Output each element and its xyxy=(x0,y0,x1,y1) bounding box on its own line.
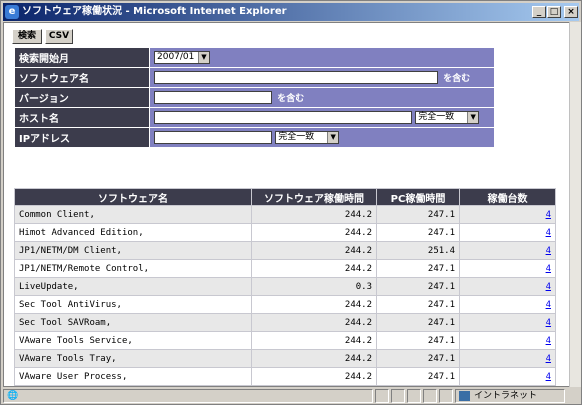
form-row-ip-address: IPアドレス 完全一致 ▼ xyxy=(14,127,495,148)
col-count: 稼働台数 xyxy=(459,188,556,206)
cell-software-name: VAware Tools Tray, xyxy=(14,349,252,368)
cell-software-hours: 244.2 xyxy=(251,367,377,386)
table-row: Sec Tool AntiVirus, 244.2 247.1 4 xyxy=(14,295,556,314)
chevron-down-icon: ▼ xyxy=(327,132,339,143)
software-name-input[interactable] xyxy=(154,71,438,84)
cell-software-name: VAware Tools Service, xyxy=(14,331,252,350)
cell-pc-hours: 247.1 xyxy=(376,367,460,386)
form-row-software-name: ソフトウェア名 を含む xyxy=(14,67,495,88)
form-row-host-name: ホスト名 完全一致 ▼ xyxy=(14,107,495,128)
chevron-down-icon: ▼ xyxy=(198,52,209,63)
table-row: Himot Advanced Edition, 244.2 247.1 4 xyxy=(14,223,556,242)
count-link[interactable]: 4 xyxy=(546,318,551,328)
cell-software-hours: 244.2 xyxy=(251,295,377,314)
count-link[interactable]: 4 xyxy=(546,246,551,256)
contains-label: を含む xyxy=(443,74,471,84)
cell-pc-hours: 247.1 xyxy=(376,295,460,314)
security-zone: イントラネット xyxy=(455,389,565,403)
cell-software-name: Common Client, xyxy=(14,205,252,224)
cell-software-name: VAware User Process, xyxy=(14,367,252,386)
cell-pc-hours: 247.1 xyxy=(376,349,460,368)
ip-match-select[interactable]: 完全一致 ▼ xyxy=(275,131,340,144)
cell-software-hours: 244.2 xyxy=(251,259,377,278)
ip-address-label: IPアドレス xyxy=(14,127,150,148)
version-label: バージョン xyxy=(14,87,150,108)
cell-software-hours: 244.2 xyxy=(251,241,377,260)
col-software-name: ソフトウェア名 xyxy=(14,188,252,206)
cell-pc-hours: 247.1 xyxy=(376,223,460,242)
count-link[interactable]: 4 xyxy=(546,282,551,292)
page-icon: 🌐 xyxy=(7,391,19,401)
start-month-select[interactable]: 2007/01 ▼ xyxy=(154,51,210,64)
count-link[interactable]: 4 xyxy=(546,210,551,220)
cell-software-name: JP1/NETM/Remote Control, xyxy=(14,259,252,278)
table-row: VAware User Process, 244.2 247.1 4 xyxy=(14,367,556,386)
cell-software-hours: 244.2 xyxy=(251,331,377,350)
results-body: Common Client, 244.2 247.1 4 Himot Advanced … xyxy=(14,205,556,386)
col-software-hours: ソフトウェア稼働時間 xyxy=(251,188,377,206)
cell-pc-hours: 247.1 xyxy=(376,331,460,350)
cell-software-hours: 244.2 xyxy=(251,349,377,368)
table-row: VAware Tools Service, 244.2 247.1 4 xyxy=(14,331,556,350)
host-match-select[interactable]: 完全一致 ▼ xyxy=(415,111,480,124)
cell-software-hours: 244.2 xyxy=(251,205,377,224)
table-header-row: ソフトウェア名 ソフトウェア稼働時間 PC稼働時間 稼働台数 xyxy=(14,188,556,206)
cell-pc-hours: 247.1 xyxy=(376,259,460,278)
title-bar[interactable]: e ソフトウェア稼働状況 - Microsoft Internet Explor… xyxy=(3,3,579,21)
software-name-label: ソフトウェア名 xyxy=(14,67,150,88)
host-name-label: ホスト名 xyxy=(14,107,150,128)
results-table: ソフトウェア名 ソフトウェア稼働時間 PC稼働時間 稼働台数 Common Cl… xyxy=(14,188,556,386)
table-row: JP1/NETM/Remote Control, 244.2 247.1 4 xyxy=(14,259,556,278)
count-link[interactable]: 4 xyxy=(546,336,551,346)
cell-software-name: Sec Tool SAVRoam, xyxy=(14,313,252,332)
table-row: Sec Tool SAVRoam, 244.2 247.1 4 xyxy=(14,313,556,332)
cell-software-hours: 244.2 xyxy=(251,313,377,332)
contains-label: を含む xyxy=(277,94,305,104)
count-link[interactable]: 4 xyxy=(546,300,551,310)
count-link[interactable]: 4 xyxy=(546,264,551,274)
col-pc-hours: PC稼働時間 xyxy=(376,188,460,206)
start-month-label: 検索開始月 xyxy=(14,47,150,68)
form-row-version: バージョン を含む xyxy=(14,87,495,108)
vertical-scrollbar[interactable] xyxy=(569,22,581,387)
cell-software-name: LiveUpdate, xyxy=(14,277,252,296)
close-button[interactable]: × xyxy=(564,6,578,18)
cell-software-name: Sec Tool AntiVirus, xyxy=(14,295,252,314)
page-content: 検索 CSV 検索開始月 2007/01 ▼ ソフトウェア名 を含む バージョン… xyxy=(3,22,570,387)
ie-icon: e xyxy=(5,5,19,19)
window-title: ソフトウェア稼働状況 - Microsoft Internet Explorer xyxy=(22,6,287,17)
cell-software-hours: 0.3 xyxy=(251,277,377,296)
cell-pc-hours: 247.1 xyxy=(376,313,460,332)
intranet-icon xyxy=(459,391,470,401)
host-name-input[interactable] xyxy=(154,111,412,124)
chevron-down-icon: ▼ xyxy=(467,112,479,123)
minimize-button[interactable]: _ xyxy=(532,6,546,18)
count-link[interactable]: 4 xyxy=(546,354,551,364)
table-row: LiveUpdate, 0.3 247.1 4 xyxy=(14,277,556,296)
table-row: JP1/NETM/DM Client, 244.2 251.4 4 xyxy=(14,241,556,260)
csv-button[interactable]: CSV xyxy=(45,29,73,44)
form-row-start-month: 検索開始月 2007/01 ▼ xyxy=(14,47,495,68)
status-text-panel: 🌐 xyxy=(3,389,373,403)
search-form: 検索開始月 2007/01 ▼ ソフトウェア名 を含む バージョン を含む ホス… xyxy=(14,47,495,148)
search-button[interactable]: 検索 xyxy=(12,29,42,44)
cell-software-name: JP1/NETM/DM Client, xyxy=(14,241,252,260)
status-bar: 🌐 イントラネット xyxy=(3,388,579,404)
version-input[interactable] xyxy=(154,91,272,104)
zone-label: イントラネット xyxy=(474,391,538,401)
cell-pc-hours: 247.1 xyxy=(376,205,460,224)
table-row: VAware Tools Tray, 244.2 247.1 4 xyxy=(14,349,556,368)
cell-software-hours: 244.2 xyxy=(251,223,377,242)
ip-address-input[interactable] xyxy=(154,131,272,144)
browser-window: e ソフトウェア稼働状況 - Microsoft Internet Explor… xyxy=(0,0,582,405)
cell-pc-hours: 247.1 xyxy=(376,277,460,296)
cell-pc-hours: 251.4 xyxy=(376,241,460,260)
count-link[interactable]: 4 xyxy=(546,228,551,238)
cell-software-name: Himot Advanced Edition, xyxy=(14,223,252,242)
count-link[interactable]: 4 xyxy=(546,372,551,382)
table-row: Common Client, 244.2 247.1 4 xyxy=(14,205,556,224)
maximize-button[interactable]: □ xyxy=(547,6,561,18)
